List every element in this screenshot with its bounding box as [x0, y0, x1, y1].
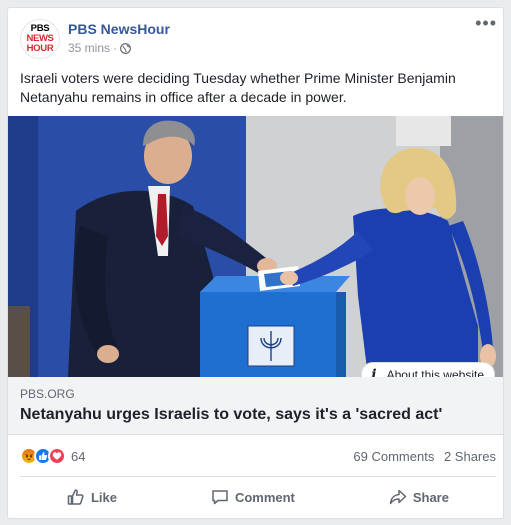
- separator-dot: ·: [113, 41, 118, 55]
- comment-button[interactable]: Comment: [211, 488, 295, 506]
- timestamp[interactable]: 35 mins: [68, 41, 110, 55]
- post-header: PBS NEWS HOUR PBS NewsHour 35 mins ·: [20, 19, 170, 59]
- post-meta: PBS NewsHour 35 mins ·: [68, 19, 170, 59]
- page-avatar[interactable]: PBS NEWS HOUR: [20, 19, 60, 59]
- link-photo[interactable]: i About this website: [8, 116, 503, 377]
- thumbs-up-icon: [67, 489, 84, 505]
- reaction-count: 64: [71, 448, 86, 464]
- shares-count-link[interactable]: 2 Shares: [444, 449, 496, 464]
- post-actions: Like Comment Share: [20, 479, 496, 515]
- comments-count-link[interactable]: 69 Comments: [353, 449, 434, 464]
- more-options-icon[interactable]: •••: [475, 14, 497, 32]
- page-name-link[interactable]: PBS NewsHour: [68, 21, 170, 37]
- like-button[interactable]: Like: [67, 488, 117, 506]
- like-label: Like: [90, 489, 117, 505]
- love-icon: [48, 447, 66, 465]
- globe-icon[interactable]: [120, 42, 131, 54]
- reaction-stats-bar: 64 69 Comments 2 Shares: [20, 447, 496, 465]
- reactions-summary[interactable]: 64: [20, 447, 85, 465]
- about-website-label: About this website: [386, 368, 484, 377]
- about-website-button[interactable]: i About this website: [361, 362, 495, 377]
- post-card: PBS NEWS HOUR PBS NewsHour 35 mins · •••…: [7, 7, 504, 519]
- election-photo: [8, 116, 503, 377]
- post-text: Israeli voters were deciding Tuesday whe…: [20, 70, 456, 105]
- share-button[interactable]: Share: [389, 488, 449, 506]
- avatar-text-3: HOUR: [26, 43, 54, 54]
- link-title[interactable]: Netanyahu urges Israelis to vote, says i…: [20, 406, 491, 424]
- engagement-counts: 69 Comments 2 Shares: [347, 449, 496, 464]
- share-label: Share: [412, 489, 449, 505]
- share-icon: [389, 489, 407, 505]
- link-preview[interactable]: PBS.ORG Netanyahu urges Israelis to vote…: [8, 377, 503, 435]
- comment-icon: [212, 490, 228, 505]
- info-icon: i: [371, 367, 377, 377]
- link-domain: PBS.ORG: [20, 387, 75, 401]
- timestamp-row: 35 mins ·: [68, 41, 170, 55]
- comment-label: Comment: [234, 489, 295, 505]
- divider: [20, 476, 496, 477]
